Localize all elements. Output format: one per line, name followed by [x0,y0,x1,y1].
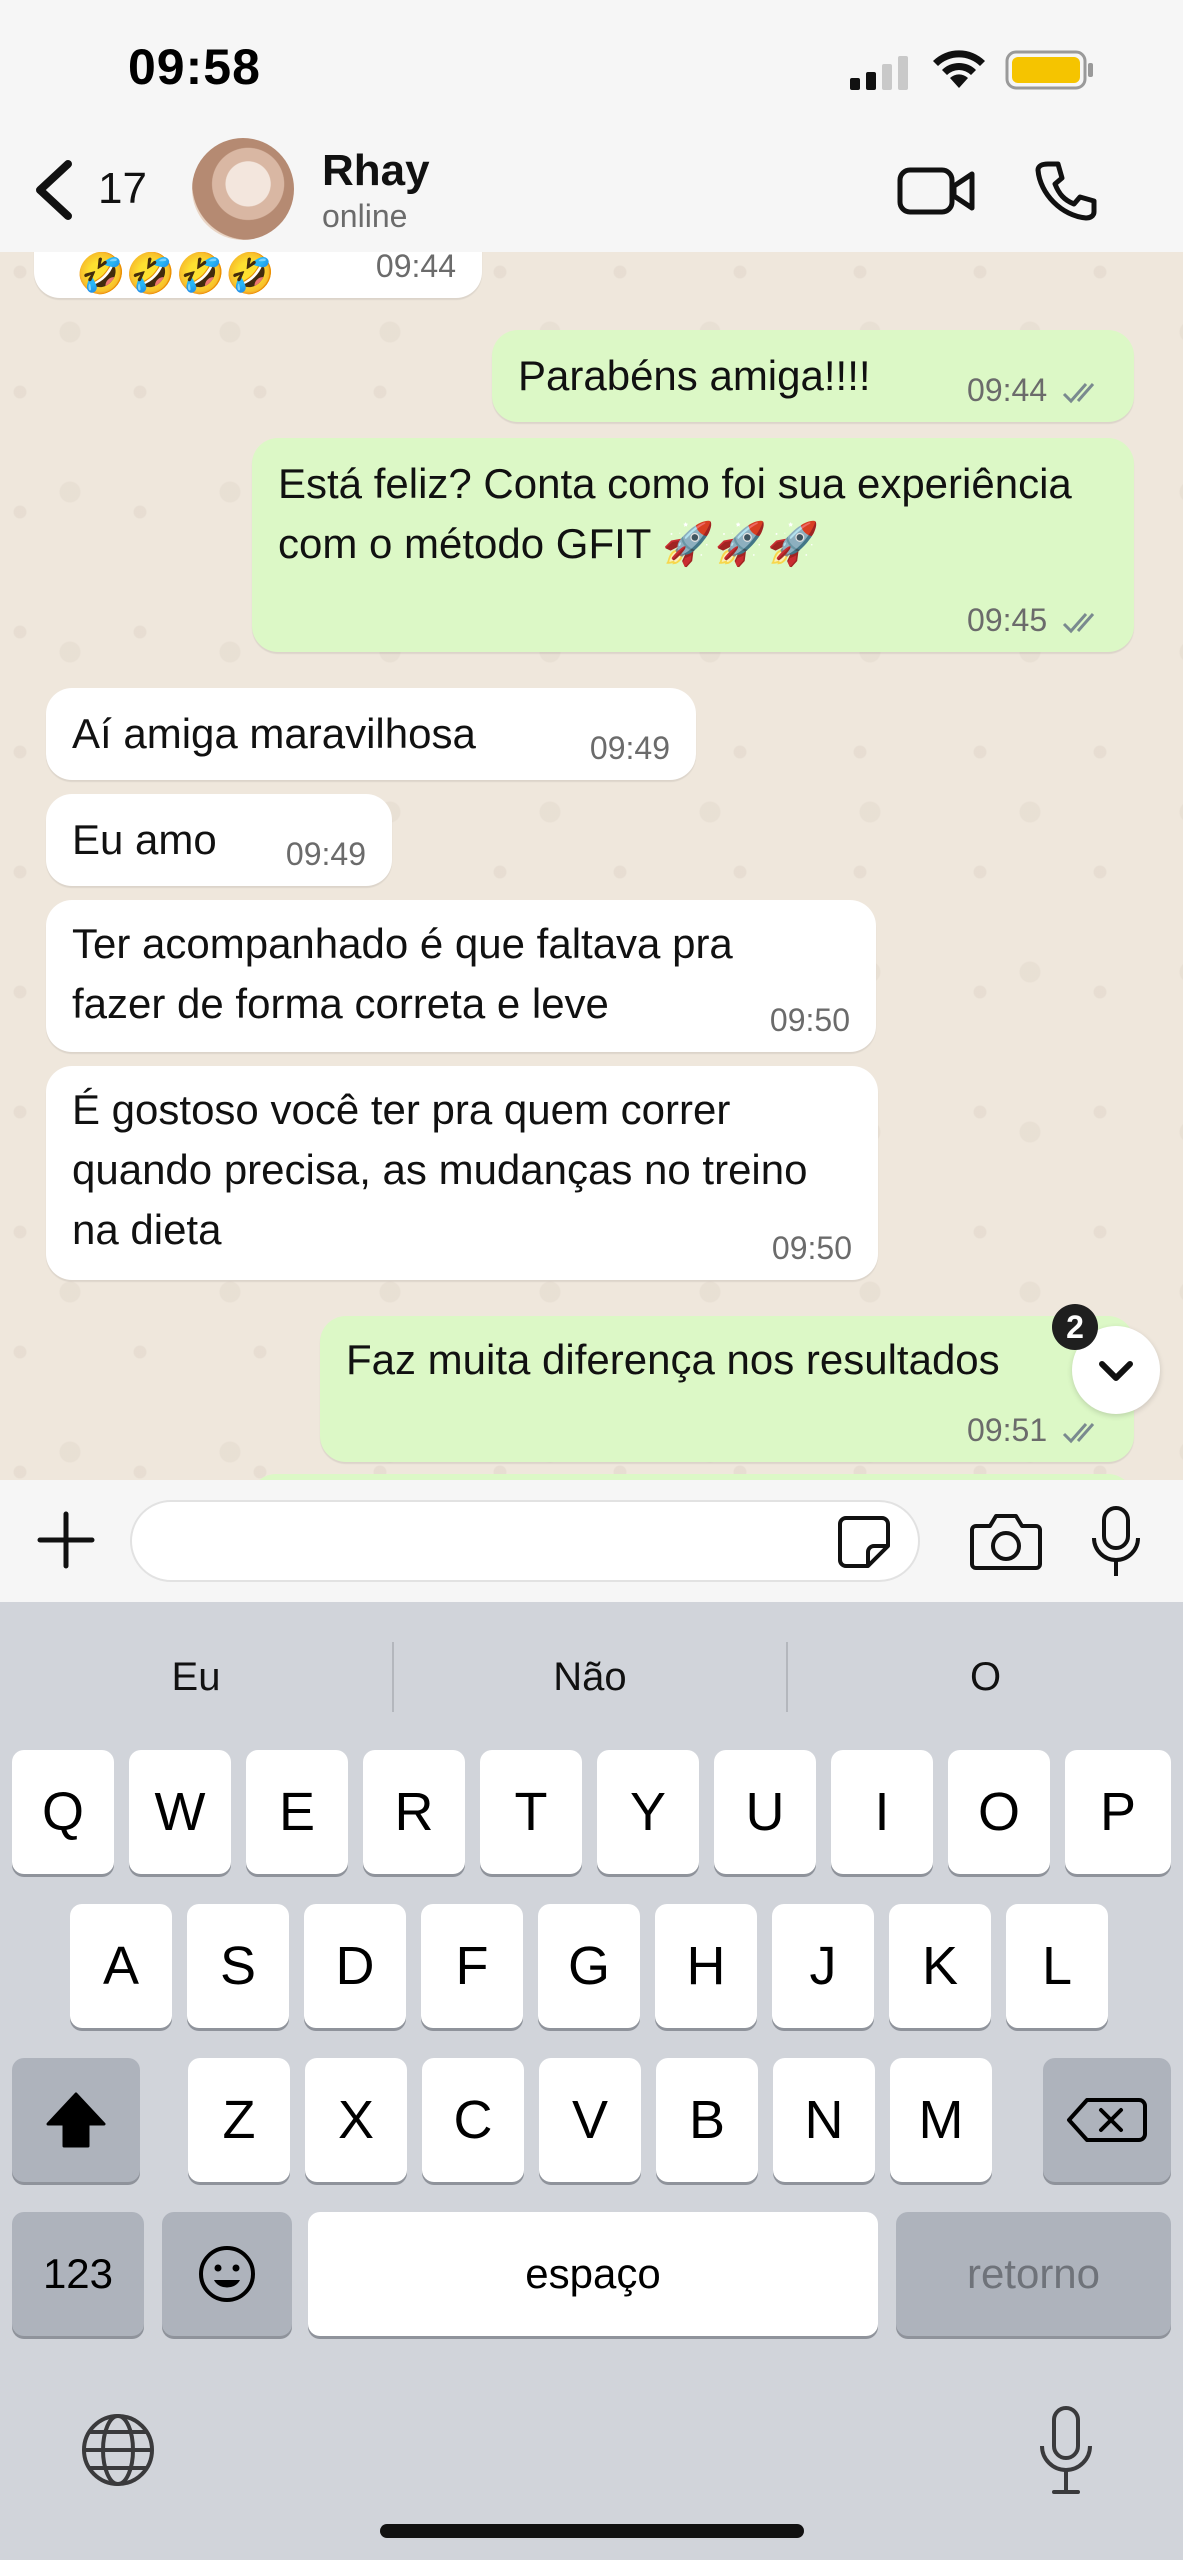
message-meta: 09:44 [967,372,1108,408]
message-text: Está feliz? Conta como foi sua experiênc… [278,460,1072,567]
sticker-icon[interactable] [836,1514,892,1570]
key-q[interactable]: Q [12,1750,114,1874]
key-g[interactable]: G [538,1904,640,2028]
return-key[interactable]: retorno [896,2212,1171,2336]
key-b[interactable]: B [656,2058,758,2182]
key-z[interactable]: Z [188,2058,290,2182]
message-meta: 09:51 [967,1412,1108,1448]
status-time: 09:58 [128,39,261,95]
emoji-face-icon [199,2246,255,2302]
message-outgoing[interactable]: Faz muita diferença nos resultados 09:51 [320,1316,1134,1462]
key-d[interactable]: D [304,1904,406,2028]
message-text: Faz muita diferença nos resultados [346,1336,1000,1383]
video-call-icon[interactable] [896,160,976,220]
message-incoming[interactable]: Eu amo 09:49 [46,794,392,886]
numbers-key[interactable]: 123 [12,2212,144,2336]
message-text: Parabéns amiga!!!! [518,352,871,399]
battery-icon [1005,50,1093,90]
key-c[interactable]: C [422,2058,524,2182]
message-outgoing[interactable]: Está feliz? Conta como foi sua experiênc… [252,438,1134,652]
read-ticks-icon [1062,382,1095,403]
key-i[interactable]: I [831,1750,933,1874]
message-input[interactable] [130,1500,920,1582]
key-n[interactable]: N [773,2058,875,2182]
key-t[interactable]: T [480,1750,582,1874]
backspace-icon [1067,2098,1147,2142]
key-f[interactable]: F [421,1904,523,2028]
on-screen-keyboard: Eu Não O Q W E R T Y U I O P A S D F G H… [0,1602,1183,2560]
contact-name[interactable]: Rhay [322,146,430,196]
key-p[interactable]: P [1065,1750,1171,1874]
message-time: 09:49 [285,836,366,872]
key-e[interactable]: E [246,1750,348,1874]
plus-icon[interactable] [36,1510,96,1570]
camera-icon[interactable] [970,1510,1042,1572]
key-s[interactable]: S [187,1904,289,2028]
space-key[interactable]: espaço [308,2212,878,2336]
cellular-signal-icon [850,56,908,90]
key-m[interactable]: M [890,2058,992,2182]
globe-icon[interactable] [78,2410,158,2490]
message-text: É gostoso você ter pra quem correr quand… [72,1086,808,1253]
message-list[interactable]: 🤣🤣🤣🤣 09:44 Parabéns amiga!!!! 09:44 Está… [0,252,1183,1480]
message-time: 09:51 [967,1412,1048,1448]
shift-arrow-icon [46,2092,106,2148]
unread-badge: 2 [1052,1304,1098,1350]
key-h[interactable]: H [655,1904,757,2028]
shift-key[interactable] [12,2058,140,2182]
key-w[interactable]: W [129,1750,231,1874]
composer-bar [0,1480,1183,1602]
key-y[interactable]: Y [597,1750,699,1874]
emoji-key[interactable] [162,2212,292,2336]
message-incoming[interactable]: É gostoso você ter pra quem correr quand… [46,1066,878,1280]
suggestion-1[interactable]: Eu [0,1642,392,1712]
message-incoming[interactable]: 🤣🤣🤣🤣 09:44 [34,252,482,298]
wifi-icon [933,50,985,88]
delete-key[interactable] [1043,2058,1171,2182]
message-time: 09:50 [771,1230,852,1266]
back-chevron-icon[interactable] [28,158,82,222]
key-x[interactable]: X [305,2058,407,2182]
key-v[interactable]: V [539,2058,641,2182]
contact-avatar[interactable] [192,138,294,240]
emoji-row: 🤣🤣🤣🤣 [76,252,276,296]
key-u[interactable]: U [714,1750,816,1874]
key-k[interactable]: K [889,1904,991,2028]
key-a[interactable]: A [70,1904,172,2028]
home-indicator [380,2524,804,2538]
read-ticks-icon [1062,612,1095,633]
chat-header: 09:58 17 Rhay online [0,0,1183,252]
key-o[interactable]: O [948,1750,1050,1874]
message-meta: 09:45 [967,602,1108,638]
message-time: 09:49 [589,730,670,766]
dictation-microphone-icon[interactable] [1036,2402,1096,2498]
message-text: Ter acompanhado é que faltava pra fazer … [72,920,733,1027]
phone-call-icon[interactable] [1034,158,1098,222]
read-ticks-icon [1062,1422,1095,1443]
message-incoming[interactable]: Aí amiga maravilhosa 09:49 [46,688,696,780]
key-l[interactable]: L [1006,1904,1108,2028]
message-time: 09:44 [375,252,456,284]
message-outgoing[interactable]: Parabéns amiga!!!! 09:44 [492,330,1134,422]
key-r[interactable]: R [363,1750,465,1874]
message-text: Aí amiga maravilhosa [72,710,476,757]
message-incoming[interactable]: Ter acompanhado é que faltava pra fazer … [46,900,876,1052]
back-unread-count[interactable]: 17 [98,164,147,214]
suggestion-3[interactable]: O [788,1642,1183,1712]
message-text: Eu amo [72,816,217,863]
contact-status: online [322,198,408,234]
message-time: 09:45 [967,602,1048,638]
suggestion-2[interactable]: Não [394,1642,786,1712]
microphone-icon[interactable] [1090,1504,1142,1580]
message-time: 09:50 [769,1002,850,1038]
message-time: 09:44 [967,372,1048,408]
key-j[interactable]: J [772,1904,874,2028]
